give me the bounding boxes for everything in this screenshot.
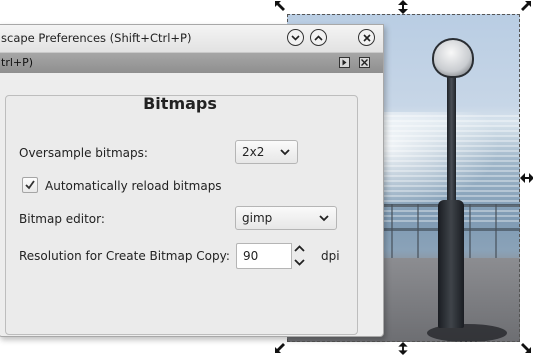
chevron-up-icon <box>294 245 305 252</box>
arrow-diagonal-ne-icon[interactable] <box>520 0 532 12</box>
chevron-down-icon <box>319 215 329 222</box>
resolution-unit: dpi <box>321 249 340 263</box>
chevron-up-icon[interactable] <box>310 29 327 46</box>
arrow-diagonal-nw-icon[interactable] <box>274 0 286 12</box>
bitmap-editor-dropdown[interactable]: gimp <box>235 206 337 230</box>
oversample-label: Oversample bitmaps: <box>19 146 148 160</box>
panel-heading: Bitmaps <box>143 94 217 113</box>
autoreload-checkbox[interactable] <box>22 177 38 193</box>
chevron-down-icon[interactable] <box>287 29 304 46</box>
arrow-diagonal-se-icon[interactable] <box>520 342 532 354</box>
spin-down-button[interactable] <box>292 256 307 269</box>
arrow-left-right-icon[interactable] <box>520 172 533 184</box>
docked-panel-header[interactable]: trl+P) <box>0 53 383 73</box>
dock-icon[interactable] <box>339 57 350 68</box>
resolution-input[interactable] <box>236 243 292 269</box>
spin-up-button[interactable] <box>292 242 307 255</box>
arrow-up-down-icon[interactable] <box>397 342 409 355</box>
close-icon[interactable] <box>359 57 370 68</box>
window-title: scape Preferences (Shift+Ctrl+P) <box>1 31 192 45</box>
checkmark-icon <box>25 180 35 190</box>
dialog-titlebar[interactable]: scape Preferences (Shift+Ctrl+P) <box>0 25 383 53</box>
autoreload-label[interactable]: Automatically reload bitmaps <box>45 179 222 193</box>
bitmap-editor-value: gimp <box>242 211 273 225</box>
oversample-dropdown[interactable]: 2x2 <box>235 140 298 164</box>
panel-header-title: trl+P) <box>1 56 34 69</box>
chevron-down-icon <box>280 149 290 156</box>
arrow-diagonal-sw-icon[interactable] <box>274 342 286 354</box>
resolution-label: Resolution for Create Bitmap Copy: <box>19 249 230 263</box>
bitmap-editor-label: Bitmap editor: <box>19 212 105 226</box>
oversample-value: 2x2 <box>242 145 265 159</box>
arrow-up-down-icon[interactable] <box>397 0 409 14</box>
chevron-down-icon <box>294 259 305 266</box>
close-icon[interactable] <box>358 29 375 46</box>
